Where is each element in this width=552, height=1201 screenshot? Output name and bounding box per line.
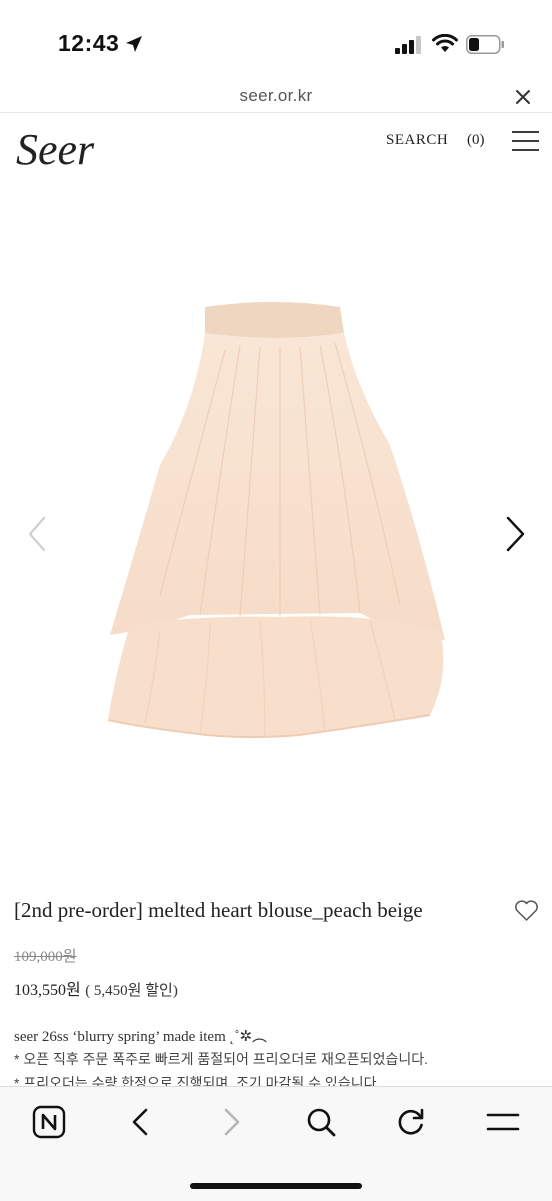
description-line: * 프리오더는 수량 한정으로 진행되며, 조기 마감될 수 있습니다. [14, 1075, 381, 1086]
original-price: 109,000원 [14, 949, 77, 965]
sale-price: 103,550원 [14, 982, 81, 999]
wishlist-heart-icon[interactable] [514, 900, 539, 922]
description-line: seer 26ss ‘blurry spring’ made item ˛˚✲︵ [14, 1029, 268, 1045]
next-image-arrow-icon[interactable] [502, 514, 528, 554]
product-description: seer 26ss ‘blurry spring’ made item ˛˚✲︵… [0, 1020, 552, 1086]
site-logo[interactable]: Seer [16, 124, 94, 175]
wifi-icon [432, 34, 458, 52]
location-arrow-icon [126, 36, 142, 52]
battery-icon [466, 35, 504, 54]
home-indicator [190, 1183, 362, 1189]
status-time: 12:43 [58, 30, 120, 56]
hamburger-menu-icon[interactable] [512, 130, 539, 152]
reload-icon[interactable] [394, 1105, 428, 1139]
forward-icon[interactable] [214, 1105, 248, 1139]
cellular-signal-icon [395, 36, 421, 54]
description-line: * 오픈 직후 주문 폭주로 빠르게 품절되어 프리오더로 재오픈되었습니다. [14, 1051, 428, 1067]
sale-price-row: 103,550원 ( 5,450원 할인) [14, 976, 178, 1000]
discount-amount: ( 5,450원 할인) [85, 983, 178, 999]
url-bar[interactable]: seer.or.kr [0, 86, 552, 106]
product-title: [2nd pre-order] melted heart blouse_peac… [14, 898, 423, 922]
back-icon[interactable] [124, 1105, 158, 1139]
menu-icon[interactable] [486, 1105, 520, 1139]
close-icon[interactable] [512, 86, 534, 108]
search-link[interactable]: SEARCH [386, 132, 448, 149]
naver-home-icon[interactable] [32, 1105, 66, 1139]
cart-count[interactable]: (0) [467, 132, 485, 149]
previous-image-arrow-icon[interactable] [26, 514, 48, 554]
product-image [107, 302, 445, 739]
url-bar-divider [0, 112, 552, 113]
search-icon[interactable] [304, 1105, 338, 1139]
